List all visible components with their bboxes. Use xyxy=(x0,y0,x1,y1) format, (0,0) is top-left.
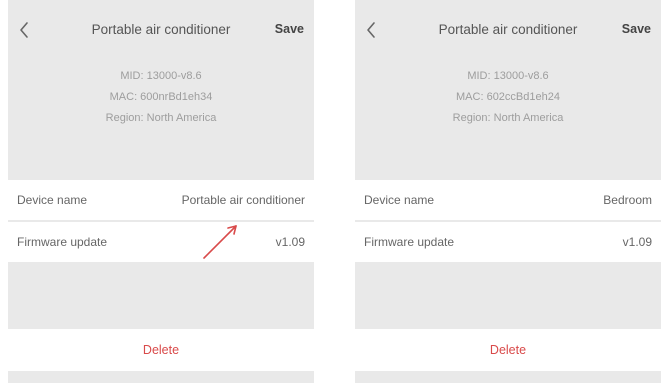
mid-text: MID: 13000-v8.6 xyxy=(120,70,202,82)
mid-text: MID: 13000-v8.6 xyxy=(467,70,549,82)
firmware-version-value: v1.09 xyxy=(622,235,652,249)
delete-button[interactable]: Delete xyxy=(355,329,661,371)
page-title: Portable air conditioner xyxy=(438,22,578,37)
page-title: Portable air conditioner xyxy=(91,22,231,37)
device-name-label: Device name xyxy=(17,193,88,207)
mac-text: MAC: 602ccBd1eh24 xyxy=(456,91,560,103)
save-button[interactable]: Save xyxy=(275,22,304,36)
comparison-stage: Portable air conditioner Save MID: 13000… xyxy=(0,0,666,383)
delete-label: Delete xyxy=(489,343,527,357)
device-info: MID: 13000-v8.6 MAC: 600nrBd1eh34 Region… xyxy=(8,66,314,129)
annotation-arrow-icon xyxy=(203,225,237,259)
firmware-version-value: v1.09 xyxy=(275,235,305,249)
region-text: Region: North America xyxy=(105,112,217,124)
device-name-row[interactable]: Device name Bedroom xyxy=(355,180,661,220)
device-info: MID: 13000-v8.6 MAC: 602ccBd1eh24 Region… xyxy=(355,66,661,129)
save-button[interactable]: Save xyxy=(622,22,651,36)
device-settings-screen-right: Portable air conditioner Save MID: 13000… xyxy=(355,0,661,383)
device-settings-screen-left: Portable air conditioner Save MID: 13000… xyxy=(8,0,314,383)
device-name-value: Bedroom xyxy=(603,193,652,207)
device-name-label: Device name xyxy=(364,193,435,207)
firmware-update-row[interactable]: Firmware update v1.09 xyxy=(355,222,661,262)
mac-text: MAC: 600nrBd1eh34 xyxy=(109,91,213,103)
device-name-row[interactable]: Device name Portable air conditioner xyxy=(8,180,314,220)
firmware-update-label: Firmware update xyxy=(364,235,455,249)
delete-label: Delete xyxy=(142,343,180,357)
header: Portable air conditioner Save xyxy=(8,0,314,60)
firmware-update-label: Firmware update xyxy=(17,235,108,249)
delete-button[interactable]: Delete xyxy=(8,329,314,371)
region-text: Region: North America xyxy=(452,112,564,124)
device-name-value: Portable air conditioner xyxy=(181,193,305,207)
firmware-update-row[interactable]: Firmware update v1.09 xyxy=(8,222,314,262)
header: Portable air conditioner Save xyxy=(355,0,661,60)
